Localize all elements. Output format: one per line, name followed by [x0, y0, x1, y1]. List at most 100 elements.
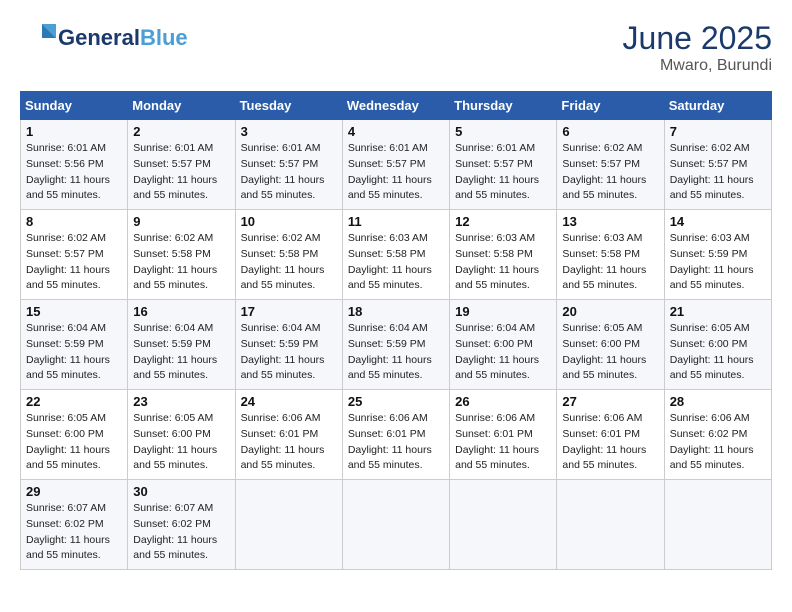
calendar-cell	[450, 480, 557, 570]
calendar-cell: 18Sunrise: 6:04 AMSunset: 5:59 PMDayligh…	[342, 300, 449, 390]
calendar-cell: 6 Sunrise: 6:02 AMSunset: 5:57 PMDaylight…	[557, 120, 664, 210]
calendar-cell: 19 Sunrise: 6:04 AMSunset: 6:00 PMDayligh…	[450, 300, 557, 390]
day-number: 30	[133, 484, 229, 499]
calendar-cell: 16 Sunrise: 6:04 AMSunset: 5:59 PMDayligh…	[128, 300, 235, 390]
day-info: Sunrise: 6:03 AMSunset: 5:58 PMDaylight:…	[348, 232, 432, 291]
day-info: Sunrise: 6:02 AMSunset: 5:57 PMDaylight:…	[26, 232, 110, 291]
day-info: Sunrise: 6:04 AMSunset: 5:59 PMDaylight:…	[241, 322, 325, 381]
day-info: Sunrise: 6:04 AMSunset: 5:59 PMDaylight:…	[348, 322, 432, 381]
calendar-cell: 11 Sunrise: 6:03 AMSunset: 5:58 PMDayligh…	[342, 210, 449, 300]
calendar-cell	[664, 480, 771, 570]
calendar-cell: 17 Sunrise: 6:04 AMSunset: 5:59 PMDayligh…	[235, 300, 342, 390]
day-number: 23	[133, 394, 229, 409]
day-info: Sunrise: 6:02 AMSunset: 5:57 PMDaylight:…	[670, 142, 754, 201]
calendar-week-1: 1Sunrise: 6:01 AMSunset: 5:56 PMDaylight…	[21, 120, 772, 210]
day-number: 15	[26, 304, 122, 319]
day-number: 26	[455, 394, 551, 409]
header-thursday: Thursday	[450, 92, 557, 120]
day-info: Sunrise: 6:01 AMSunset: 5:57 PMDaylight:…	[348, 142, 432, 201]
calendar-cell: 26 Sunrise: 6:06 AMSunset: 6:01 PMDayligh…	[450, 390, 557, 480]
day-info: Sunrise: 6:06 AMSunset: 6:01 PMDaylight:…	[348, 412, 432, 471]
day-number: 20	[562, 304, 658, 319]
calendar-cell: 30 Sunrise: 6:07 AMSunset: 6:02 PMDayligh…	[128, 480, 235, 570]
day-info: Sunrise: 6:02 AMSunset: 5:58 PMDaylight:…	[241, 232, 325, 291]
day-number: 8	[26, 214, 122, 229]
day-number: 17	[241, 304, 337, 319]
calendar-cell: 7 Sunrise: 6:02 AMSunset: 5:57 PMDaylight…	[664, 120, 771, 210]
day-info: Sunrise: 6:06 AMSunset: 6:01 PMDaylight:…	[455, 412, 539, 471]
calendar-cell: 1Sunrise: 6:01 AMSunset: 5:56 PMDaylight…	[21, 120, 128, 210]
calendar-cell	[235, 480, 342, 570]
day-number: 14	[670, 214, 766, 229]
day-info: Sunrise: 6:01 AMSunset: 5:57 PMDaylight:…	[133, 142, 217, 201]
day-number: 21	[670, 304, 766, 319]
logo: GeneralBlue	[20, 20, 188, 56]
calendar-week-5: 29 Sunrise: 6:07 AMSunset: 6:02 PMDayligh…	[21, 480, 772, 570]
calendar-cell: 12Sunrise: 6:03 AMSunset: 5:58 PMDayligh…	[450, 210, 557, 300]
calendar-cell: 14 Sunrise: 6:03 AMSunset: 5:59 PMDayligh…	[664, 210, 771, 300]
day-info: Sunrise: 6:06 AMSunset: 6:02 PMDaylight:…	[670, 412, 754, 471]
day-number: 29	[26, 484, 122, 499]
day-info: Sunrise: 6:04 AMSunset: 5:59 PMDaylight:…	[26, 322, 110, 381]
day-number: 19	[455, 304, 551, 319]
day-info: Sunrise: 6:06 AMSunset: 6:01 PMDaylight:…	[562, 412, 646, 471]
header-saturday: Saturday	[664, 92, 771, 120]
header-tuesday: Tuesday	[235, 92, 342, 120]
day-number: 25	[348, 394, 444, 409]
calendar-cell: 13Sunrise: 6:03 AMSunset: 5:58 PMDayligh…	[557, 210, 664, 300]
day-info: Sunrise: 6:03 AMSunset: 5:58 PMDaylight:…	[455, 232, 539, 291]
day-number: 5	[455, 124, 551, 139]
day-number: 6	[562, 124, 658, 139]
calendar-cell: 24 Sunrise: 6:06 AMSunset: 6:01 PMDayligh…	[235, 390, 342, 480]
day-info: Sunrise: 6:05 AMSunset: 6:00 PMDaylight:…	[670, 322, 754, 381]
calendar-cell: 8 Sunrise: 6:02 AMSunset: 5:57 PMDaylight…	[21, 210, 128, 300]
day-info: Sunrise: 6:07 AMSunset: 6:02 PMDaylight:…	[26, 502, 110, 561]
day-number: 28	[670, 394, 766, 409]
day-info: Sunrise: 6:02 AMSunset: 5:58 PMDaylight:…	[133, 232, 217, 291]
logo-text-blue: Blue	[140, 25, 188, 50]
header-friday: Friday	[557, 92, 664, 120]
calendar-cell: 3 Sunrise: 6:01 AMSunset: 5:57 PMDaylight…	[235, 120, 342, 210]
day-info: Sunrise: 6:05 AMSunset: 6:00 PMDaylight:…	[562, 322, 646, 381]
day-number: 1	[26, 124, 122, 139]
calendar-cell: 25 Sunrise: 6:06 AMSunset: 6:01 PMDayligh…	[342, 390, 449, 480]
day-info: Sunrise: 6:07 AMSunset: 6:02 PMDaylight:…	[133, 502, 217, 561]
day-number: 11	[348, 214, 444, 229]
header-wednesday: Wednesday	[342, 92, 449, 120]
day-number: 13	[562, 214, 658, 229]
day-info: Sunrise: 6:03 AMSunset: 5:59 PMDaylight:…	[670, 232, 754, 291]
calendar-cell: 28 Sunrise: 6:06 AMSunset: 6:02 PMDayligh…	[664, 390, 771, 480]
calendar-cell: 10 Sunrise: 6:02 AMSunset: 5:58 PMDayligh…	[235, 210, 342, 300]
day-info: Sunrise: 6:04 AMSunset: 6:00 PMDaylight:…	[455, 322, 539, 381]
page-header: GeneralBlue June 2025 Mwaro, Burundi	[20, 20, 772, 75]
day-number: 4	[348, 124, 444, 139]
day-info: Sunrise: 6:06 AMSunset: 6:01 PMDaylight:…	[241, 412, 325, 471]
calendar-cell: 22 Sunrise: 6:05 AMSunset: 6:00 PMDayligh…	[21, 390, 128, 480]
day-number: 3	[241, 124, 337, 139]
day-number: 27	[562, 394, 658, 409]
day-number: 24	[241, 394, 337, 409]
calendar-cell	[557, 480, 664, 570]
logo-text-general: General	[58, 25, 140, 50]
calendar-cell: 21 Sunrise: 6:05 AMSunset: 6:00 PMDayligh…	[664, 300, 771, 390]
day-info: Sunrise: 6:04 AMSunset: 5:59 PMDaylight:…	[133, 322, 217, 381]
day-number: 2	[133, 124, 229, 139]
calendar-cell: 9 Sunrise: 6:02 AMSunset: 5:58 PMDaylight…	[128, 210, 235, 300]
calendar-table: SundayMondayTuesdayWednesdayThursdayFrid…	[20, 91, 772, 570]
day-number: 7	[670, 124, 766, 139]
day-number: 10	[241, 214, 337, 229]
calendar-week-4: 22 Sunrise: 6:05 AMSunset: 6:00 PMDayligh…	[21, 390, 772, 480]
month-title: June 2025	[623, 20, 772, 57]
day-number: 16	[133, 304, 229, 319]
calendar-week-2: 8 Sunrise: 6:02 AMSunset: 5:57 PMDaylight…	[21, 210, 772, 300]
day-number: 22	[26, 394, 122, 409]
day-info: Sunrise: 6:02 AMSunset: 5:57 PMDaylight:…	[562, 142, 646, 201]
calendar-cell: 4 Sunrise: 6:01 AMSunset: 5:57 PMDaylight…	[342, 120, 449, 210]
calendar-cell	[342, 480, 449, 570]
calendar-cell: 27 Sunrise: 6:06 AMSunset: 6:01 PMDayligh…	[557, 390, 664, 480]
header-sunday: Sunday	[21, 92, 128, 120]
logo-icon	[20, 20, 56, 56]
day-info: Sunrise: 6:05 AMSunset: 6:00 PMDaylight:…	[26, 412, 110, 471]
day-number: 9	[133, 214, 229, 229]
day-info: Sunrise: 6:01 AMSunset: 5:57 PMDaylight:…	[241, 142, 325, 201]
